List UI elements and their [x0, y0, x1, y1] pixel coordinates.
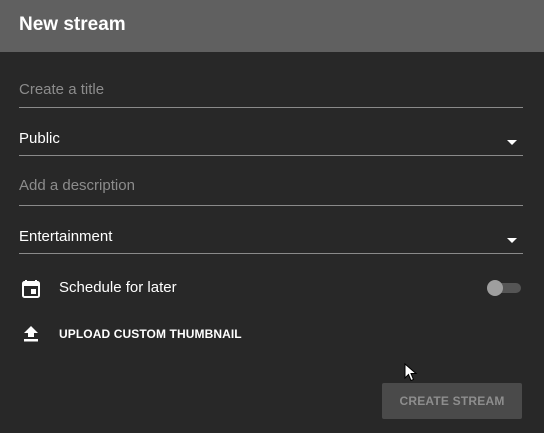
- schedule-row: Schedule for later: [19, 276, 523, 300]
- chevron-down-icon: [507, 238, 517, 243]
- description-input[interactable]: [19, 177, 523, 194]
- visibility-value: Public: [19, 130, 60, 147]
- dialog-title: New stream: [19, 14, 126, 35]
- title-input[interactable]: [19, 81, 523, 98]
- upload-icon: [24, 326, 38, 342]
- title-field: [19, 80, 523, 108]
- schedule-label: Schedule for later: [59, 279, 177, 296]
- description-field: [19, 176, 523, 206]
- new-stream-dialog: New stream Public Entertainment Schedule…: [0, 0, 544, 433]
- calendar-icon: [22, 280, 40, 298]
- chevron-down-icon: [507, 140, 517, 145]
- toggle-knob: [487, 280, 503, 296]
- mouse-cursor-icon: [404, 363, 418, 382]
- dialog-header: New stream: [0, 0, 544, 52]
- upload-thumbnail-button[interactable]: UPLOAD CUSTOM THUMBNAIL: [19, 323, 523, 345]
- create-stream-button[interactable]: CREATE STREAM: [382, 383, 522, 419]
- upload-label: UPLOAD CUSTOM THUMBNAIL: [59, 327, 242, 341]
- category-value: Entertainment: [19, 228, 113, 245]
- category-select[interactable]: Entertainment: [19, 226, 523, 254]
- visibility-select[interactable]: Public: [19, 128, 523, 156]
- schedule-toggle[interactable]: [487, 280, 523, 296]
